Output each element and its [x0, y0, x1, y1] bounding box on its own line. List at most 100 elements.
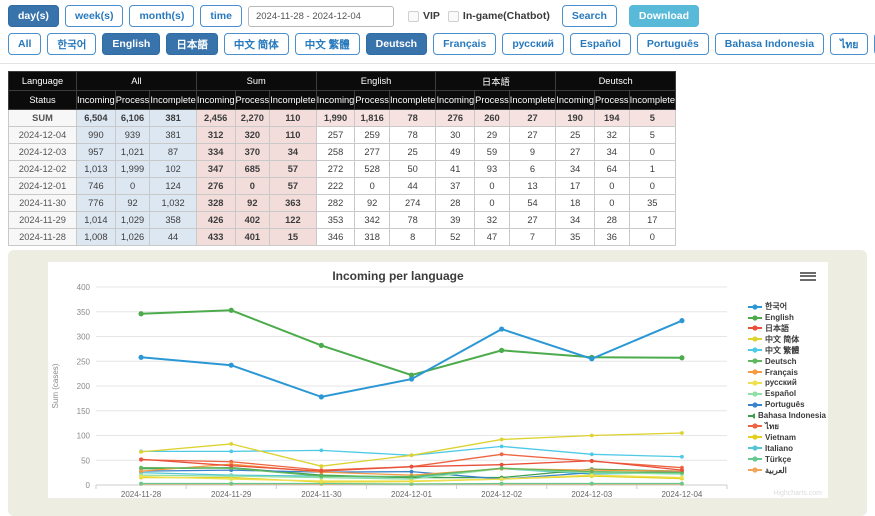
series-point [500, 452, 504, 456]
cell-value: 381 [150, 127, 196, 144]
series-point [319, 479, 323, 483]
cell-value: 0 [355, 178, 390, 195]
legend-item-中文 简体[interactable]: 中文 简体 [748, 335, 826, 344]
period-button-time[interactable]: time [200, 5, 242, 27]
language-button-ไทย[interactable]: ไทย [830, 33, 868, 55]
cell-value: 328 [196, 195, 235, 212]
language-button-Deutsch[interactable]: Deutsch [366, 33, 427, 55]
header-group-Sum: Sum [196, 72, 316, 91]
series-point [500, 438, 504, 442]
header-incomplete: Incomplete [629, 91, 675, 110]
header-incoming: Incoming [316, 91, 355, 110]
period-button-weeks[interactable]: week(s) [65, 5, 124, 27]
cell-value: 17 [556, 178, 595, 195]
header-group-Deutsch: Deutsch [556, 72, 676, 91]
cell-value: 957 [77, 144, 116, 161]
language-button-All[interactable]: All [8, 33, 41, 55]
download-button[interactable]: Download [629, 5, 699, 27]
table-body: SUM6,5046,1063812,4562,2701101,9901,8167… [9, 110, 676, 246]
table-row: 2024-12-021,0131,99910234768557272528504… [9, 161, 676, 178]
y-tick-label: 150 [77, 407, 91, 416]
period-button-months[interactable]: month(s) [129, 5, 194, 27]
cell-value: 34 [594, 144, 629, 161]
legend-label: ไทย [765, 420, 779, 433]
language-button-中文-简体[interactable]: 中文 简体 [224, 33, 289, 55]
y-axis-title: Sum (cases) [51, 363, 60, 408]
legend-label: English [765, 313, 794, 322]
series-point [590, 459, 594, 463]
date-range-input[interactable] [248, 6, 394, 27]
cell-value: 318 [355, 229, 390, 246]
header-status-row: StatusIncomingProcessIncompleteIncomingP… [9, 91, 676, 110]
cell-value: 990 [77, 127, 116, 144]
legend-item-Italiano[interactable]: Italiano [748, 444, 826, 453]
legend-item-русский[interactable]: русский [748, 378, 826, 387]
cell-value: 92 [235, 195, 270, 212]
legend-item-العربية[interactable]: العربية [748, 465, 826, 474]
legend-item-中文 繁體[interactable]: 中文 繁體 [748, 346, 826, 355]
ingamechatbot-checkbox[interactable] [448, 11, 459, 22]
y-tick-label: 250 [77, 357, 91, 366]
series-point [138, 355, 143, 360]
cell-value: 776 [77, 195, 116, 212]
cell-value: 5 [629, 127, 675, 144]
y-tick-label: 300 [77, 333, 91, 342]
vip-checkbox[interactable] [408, 11, 419, 22]
cell-value: 190 [556, 110, 595, 127]
cell-value: 342 [355, 212, 390, 229]
legend-item-Français[interactable]: Français [748, 367, 826, 376]
language-button-English[interactable]: English [102, 33, 160, 55]
cell-value: 78 [389, 212, 435, 229]
cell-value: 282 [316, 195, 355, 212]
legend-item-日本語[interactable]: 日本語 [748, 324, 826, 333]
legend-item-Português[interactable]: Português [748, 400, 826, 409]
series-point [229, 482, 233, 486]
legend-item-English[interactable]: English [748, 313, 826, 322]
language-button-Bahasa-Indonesia[interactable]: Bahasa Indonesia [715, 33, 824, 55]
chart-menu-icon[interactable] [798, 268, 818, 284]
cell-value: 1,032 [150, 195, 196, 212]
language-button-Français[interactable]: Français [433, 33, 496, 55]
legend-item-Deutsch[interactable]: Deutsch [748, 356, 826, 365]
legend-marker-icon [748, 303, 762, 311]
legend-item-한국어[interactable]: 한국어 [748, 302, 826, 311]
cell-value: 18 [556, 195, 595, 212]
series-point [680, 482, 684, 486]
cell-value: 1,026 [115, 229, 150, 246]
language-button-中文-繁體[interactable]: 中文 繁體 [295, 33, 360, 55]
series-point [229, 464, 233, 468]
cell-value: 0 [629, 229, 675, 246]
table-row: 2024-11-30776921,03232892363282922742805… [9, 195, 676, 212]
cell-value: 34 [556, 212, 595, 229]
cell-value: 25 [556, 127, 595, 144]
cell-value: 0 [629, 144, 675, 161]
header-incomplete: Incomplete [389, 91, 435, 110]
cell-value: 34 [270, 144, 316, 161]
cell-value: 0 [475, 195, 510, 212]
language-button-한국어[interactable]: 한국어 [47, 33, 96, 55]
language-button-Português[interactable]: Português [637, 33, 709, 55]
statistics-table: LanguageAllSumEnglish日本語DeutschStatusInc… [8, 71, 676, 246]
legend-item-Vietnam[interactable]: Vietnam [748, 433, 826, 442]
series-point [500, 482, 504, 486]
search-button[interactable]: Search [562, 5, 617, 27]
language-button-Español[interactable]: Español [570, 33, 631, 55]
series-point [319, 394, 324, 399]
language-button-日本語[interactable]: 日本語 [166, 33, 218, 55]
series-point [680, 455, 684, 459]
legend-item-Türkçe[interactable]: Türkçe [748, 454, 826, 463]
period-button-days[interactable]: day(s) [8, 5, 59, 27]
legend-label: русский [765, 378, 797, 387]
legend-item-ไทย[interactable]: ไทย [748, 422, 826, 431]
cell-value: 528 [355, 161, 390, 178]
header-group-English: English [316, 72, 436, 91]
cell-value: 685 [235, 161, 270, 178]
row-label: SUM [9, 110, 77, 127]
cell-value: 1,014 [77, 212, 116, 229]
cell-value: 346 [316, 229, 355, 246]
legend-item-Bahasa Indonesia[interactable]: Bahasa Indonesia [748, 411, 826, 420]
legend-item-Español[interactable]: Español [748, 389, 826, 398]
cell-value: 87 [150, 144, 196, 161]
language-button-русский[interactable]: русский [502, 33, 564, 55]
row-label: 2024-12-02 [9, 161, 77, 178]
